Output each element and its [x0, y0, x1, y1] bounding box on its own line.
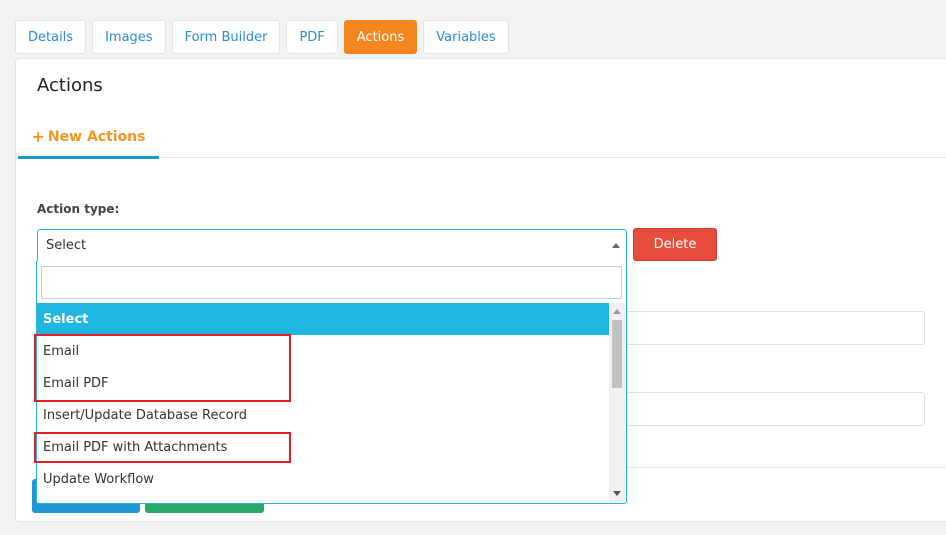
tab-actions[interactable]: Actions	[343, 20, 418, 54]
scroll-thumb[interactable]	[612, 320, 622, 388]
action-type-value: Select	[46, 238, 87, 253]
action-type-dropdown: Select Email Email PDF Insert/Update Dat…	[36, 261, 627, 504]
option-update-workflow[interactable]: Update Workflow	[37, 463, 609, 495]
tab-variables[interactable]: Variables	[423, 20, 509, 54]
tab-pdf[interactable]: PDF	[286, 20, 338, 54]
action-type-select[interactable]: Select	[37, 229, 627, 262]
scroll-down-icon[interactable]	[613, 491, 621, 496]
plus-icon: +	[31, 127, 45, 146]
option-email[interactable]: Email	[37, 335, 609, 367]
background-divider	[626, 467, 946, 468]
tab-form-builder[interactable]: Form Builder	[171, 20, 281, 54]
option-email-pdf[interactable]: Email PDF	[37, 367, 609, 399]
card-title: Actions	[37, 75, 103, 96]
new-actions-label: New Actions	[47, 128, 146, 145]
option-insert-update-database-record[interactable]: Insert/Update Database Record	[37, 399, 609, 431]
tab-images[interactable]: Images	[92, 20, 166, 54]
delete-button[interactable]: Delete	[633, 228, 717, 261]
dropdown-search-input[interactable]	[41, 266, 622, 299]
top-tabs: Details Images Form Builder PDF Actions …	[15, 20, 509, 54]
background-input-2[interactable]	[626, 392, 925, 426]
option-select[interactable]: Select	[37, 303, 609, 335]
new-actions-tab[interactable]: + New Actions	[18, 117, 159, 159]
option-email-pdf-with-attachments[interactable]: Email PDF with Attachments	[37, 431, 609, 463]
action-type-label: Action type:	[37, 202, 120, 216]
dropdown-scrollbar[interactable]	[609, 303, 625, 502]
dropdown-list: Select Email Email PDF Insert/Update Dat…	[37, 303, 609, 495]
background-input-1[interactable]	[626, 311, 925, 345]
scroll-up-icon[interactable]	[613, 309, 621, 314]
tab-details[interactable]: Details	[15, 20, 87, 54]
caret-up-icon	[612, 243, 620, 248]
